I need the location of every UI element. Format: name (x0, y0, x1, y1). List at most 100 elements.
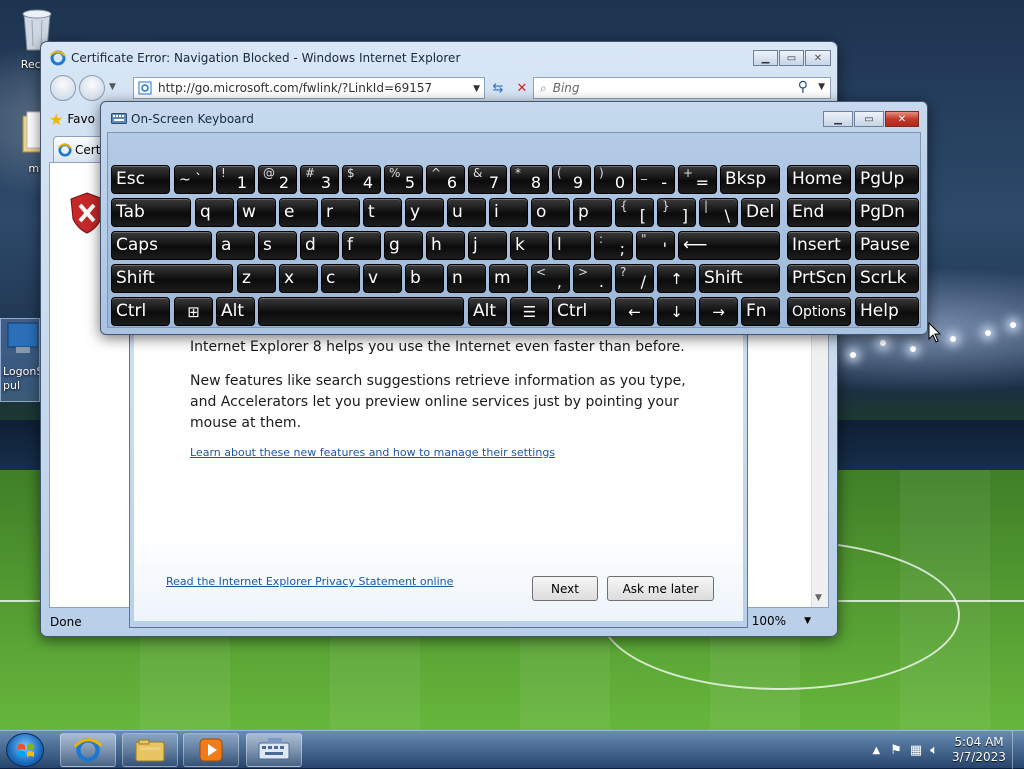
key-pause[interactable]: Pause (855, 231, 919, 260)
key-7[interactable]: & 7 (468, 165, 507, 194)
osk-titlebar[interactable]: On-Screen Keyboard ▁ ▭ ✕ (101, 102, 927, 132)
key-right-ctrl[interactable]: Ctrl (552, 297, 611, 326)
key-s[interactable]: s (258, 231, 297, 260)
key-=[interactable]: + = (678, 165, 717, 194)
key-backspace[interactable]: Bksp (720, 165, 780, 194)
privacy-statement-link[interactable]: Read the Internet Explorer Privacy State… (166, 575, 453, 588)
scroll-down-icon[interactable]: ▼ (815, 593, 822, 603)
show-desktop-button[interactable] (1012, 731, 1024, 769)
key-q[interactable]: q (195, 198, 234, 227)
osk-minimize-button[interactable]: ▁ (823, 111, 853, 127)
key-6[interactable]: ^ 6 (426, 165, 465, 194)
key-y[interactable]: y (405, 198, 444, 227)
key-v[interactable]: v (363, 264, 402, 293)
search-box[interactable]: ⌕ Bing ⚲ ▼ (533, 77, 831, 99)
key-backslash[interactable]: | \ (699, 198, 738, 227)
search-icon[interactable]: ⚲ (798, 79, 808, 95)
address-dropdown-icon[interactable]: ▼ (473, 84, 480, 94)
taskbar-windows-explorer[interactable] (122, 733, 178, 767)
key-h[interactable]: h (426, 231, 465, 260)
key-help[interactable]: Help (855, 297, 919, 326)
close-button[interactable]: ✕ (805, 50, 831, 66)
action-center-icon[interactable]: ⚑ (890, 743, 902, 758)
key-up-arrow[interactable]: ↑ (657, 264, 696, 293)
key-period[interactable]: >. (573, 264, 612, 293)
key-j[interactable]: j (468, 231, 507, 260)
key-1[interactable]: ! 1 (216, 165, 255, 194)
key-right-shift[interactable]: Shift (699, 264, 780, 293)
maximize-button[interactable]: ▭ (779, 50, 804, 66)
key-right-bracket[interactable]: }] (657, 198, 696, 227)
key-insert[interactable]: Insert (787, 231, 851, 260)
key-left-arrow[interactable]: ← (615, 297, 654, 326)
key-3[interactable]: #3 (300, 165, 339, 194)
on-screen-keyboard-window[interactable]: On-Screen Keyboard ▁ ▭ ✕ Esc ~ `! 1 @2 #3 $4%… (100, 101, 928, 335)
key-semicolon[interactable]: :; (594, 231, 633, 260)
key-d[interactable]: d (300, 231, 339, 260)
key-left-ctrl[interactable]: Ctrl (111, 297, 170, 326)
key-right-arrow[interactable]: → (699, 297, 738, 326)
key-pgup[interactable]: PgUp (855, 165, 919, 194)
key-8[interactable]: * 8 (510, 165, 549, 194)
key-i[interactable]: i (489, 198, 528, 227)
key-enter[interactable]: ⟵ (678, 231, 780, 260)
key-w[interactable]: w (237, 198, 276, 227)
key-slash[interactable]: ? / (615, 264, 654, 293)
next-button[interactable]: Next (532, 576, 598, 601)
key-0[interactable]: ) 0 (594, 165, 633, 194)
network-icon[interactable]: ▦ (910, 743, 922, 758)
back-button[interactable] (50, 75, 76, 101)
osk-close-button[interactable]: ✕ (885, 111, 919, 127)
key-b[interactable]: b (405, 264, 444, 293)
key-comma[interactable]: <, (531, 264, 570, 293)
key-p[interactable]: p (573, 198, 612, 227)
taskbar-internet-explorer[interactable] (60, 733, 116, 767)
zoom-control[interactable]: ⚲ 100% ▼ (740, 614, 811, 628)
key-options[interactable]: Options (787, 297, 851, 326)
key-esc[interactable]: Esc (111, 165, 170, 194)
key-x[interactable]: x (279, 264, 318, 293)
osk-maximize-button[interactable]: ▭ (854, 111, 884, 127)
key-m[interactable]: m (489, 264, 528, 293)
refresh-button[interactable]: ⇆ (487, 77, 509, 99)
key-c[interactable]: c (321, 264, 360, 293)
key-5[interactable]: % 5 (384, 165, 423, 194)
key-n[interactable]: n (447, 264, 486, 293)
key-e[interactable]: e (279, 198, 318, 227)
key-a[interactable]: a (216, 231, 255, 260)
key-t[interactable]: t (363, 198, 402, 227)
volume-icon[interactable]: 🔈︎ (930, 743, 938, 758)
desktop-icon-logon-script[interactable]: LogonS pul (0, 318, 40, 402)
forward-button[interactable] (79, 75, 105, 101)
taskbar-media-player[interactable] (183, 733, 239, 767)
stop-button[interactable]: ✕ (511, 77, 533, 99)
key-home[interactable]: Home (787, 165, 851, 194)
key-4[interactable]: $4 (342, 165, 381, 194)
key-2[interactable]: @2 (258, 165, 297, 194)
key-tab[interactable]: Tab (111, 198, 191, 227)
key-right-alt[interactable]: Alt (468, 297, 507, 326)
key-left-bracket[interactable]: {[ (615, 198, 654, 227)
learn-features-link[interactable]: Learn about these new features and how t… (190, 446, 555, 459)
ie-titlebar[interactable]: Certificate Error: Navigation Blocked - … (41, 42, 837, 72)
key-left-shift[interactable]: Shift (111, 264, 233, 293)
key-fn[interactable]: Fn (741, 297, 780, 326)
key-g[interactable]: g (384, 231, 423, 260)
key-windows[interactable]: ⊞ (174, 297, 213, 326)
key-end[interactable]: End (787, 198, 851, 227)
key-menu[interactable]: ☰ (510, 297, 549, 326)
show-hidden-icons-icon[interactable]: ▲ (873, 745, 881, 756)
key-down-arrow[interactable]: ↓ (657, 297, 696, 326)
key-z[interactable]: z (237, 264, 276, 293)
key-left-alt[interactable]: Alt (216, 297, 255, 326)
key-quote[interactable]: " ' (636, 231, 675, 260)
key-tilde[interactable]: ~ ` (174, 165, 213, 194)
address-bar[interactable]: http://go.microsoft.com/fwlink/?LinkId=6… (133, 77, 485, 99)
key-delete[interactable]: Del (741, 198, 780, 227)
key-space[interactable] (258, 297, 464, 326)
start-button[interactable] (6, 733, 44, 767)
key-k[interactable]: k (510, 231, 549, 260)
taskbar-on-screen-keyboard[interactable] (246, 733, 302, 767)
clock[interactable]: 5:04 AM 3/7/2023 (948, 735, 1010, 765)
key--[interactable]: _ - (636, 165, 675, 194)
